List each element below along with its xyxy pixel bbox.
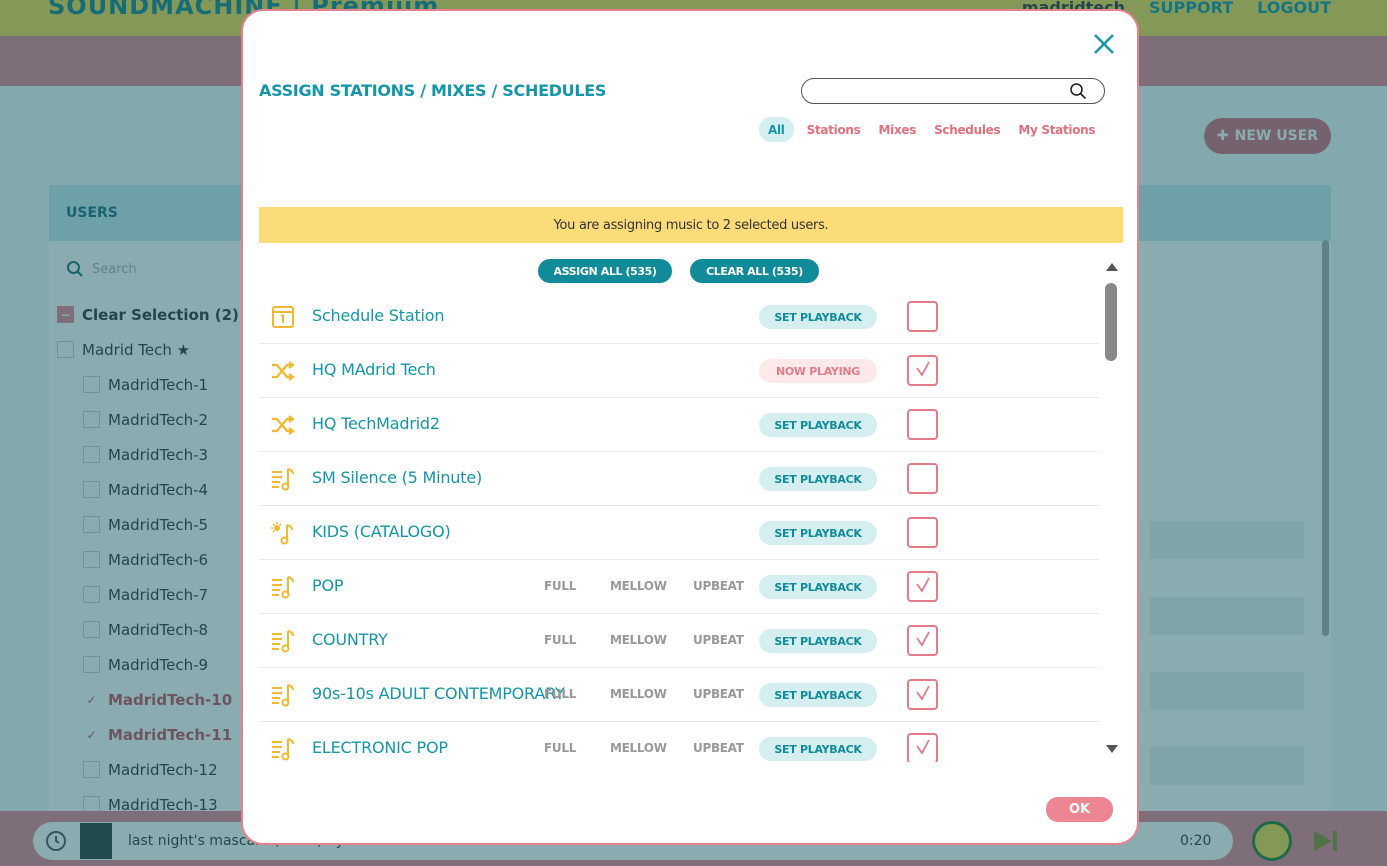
set-playback-button[interactable]: SET PLAYBACK — [759, 575, 877, 599]
scroll-down-arrow-icon[interactable] — [1106, 745, 1118, 753]
assign-checkbox[interactable] — [907, 679, 938, 710]
list-item: 90s-10s ADULT CONTEMPORARY FULL MELLOW UPBE… — [259, 668, 1099, 722]
list-item: KIDS (CATALOGO) SET PLAYBACK — [259, 506, 1099, 560]
mood-full-option[interactable]: FULL — [544, 579, 576, 593]
station-icon — [270, 574, 296, 600]
mood-full-option[interactable]: FULL — [544, 687, 576, 701]
shuffle-icon — [270, 412, 296, 438]
mood-full-option[interactable]: FULL — [544, 741, 576, 755]
station-list: Schedule Station SET PLAYBACK HQ MAdrid Te… — [259, 290, 1099, 762]
scroll-up-arrow-icon[interactable] — [1106, 263, 1118, 271]
list-item: Schedule Station SET PLAYBACK — [259, 290, 1099, 344]
checkmark-icon — [914, 738, 932, 760]
station-list-scrollbar[interactable] — [1104, 263, 1118, 763]
set-playback-button[interactable]: SET PLAYBACK — [759, 305, 877, 329]
set-playback-button[interactable]: SET PLAYBACK — [759, 413, 877, 437]
list-item: HQ TechMadrid2 SET PLAYBACK — [259, 398, 1099, 452]
modal-title: ASSIGN STATIONS / MIXES / SCHEDULES — [259, 81, 607, 100]
schedule-icon — [270, 304, 296, 330]
mood-upbeat-option[interactable]: UPBEAT — [693, 687, 744, 701]
assign-music-modal: ASSIGN STATIONS / MIXES / SCHEDULES All S… — [241, 9, 1139, 845]
list-item: POP FULL MELLOW UPBEAT SET PLAYBACK — [259, 560, 1099, 614]
station-name: ELECTRONIC POP — [312, 738, 448, 757]
checkmark-icon — [914, 684, 932, 706]
modal-search[interactable] — [801, 78, 1105, 104]
station-name: 90s-10s ADULT CONTEMPORARY — [312, 684, 565, 703]
assign-checkbox[interactable] — [907, 625, 938, 656]
assign-checkbox[interactable] — [907, 517, 938, 548]
station-name: POP — [312, 576, 344, 595]
now-playing-badge: NOW PLAYING — [759, 359, 877, 383]
station-name: Schedule Station — [312, 306, 445, 325]
search-icon[interactable] — [1069, 82, 1087, 100]
set-playback-button[interactable]: SET PLAYBACK — [759, 467, 877, 491]
clear-all-button[interactable]: CLEAR ALL (535) — [690, 259, 819, 283]
mood-upbeat-option[interactable]: UPBEAT — [693, 741, 744, 755]
list-item: ELECTRONIC POP FULL MELLOW UPBEAT SET PLAYBA… — [259, 722, 1099, 762]
assign-all-button[interactable]: ASSIGN ALL (535) — [538, 259, 672, 283]
assign-checkbox[interactable] — [907, 733, 938, 762]
checkmark-icon — [914, 630, 932, 652]
close-icon[interactable] — [1091, 31, 1117, 57]
selection-notice: You are assigning music to 2 selected us… — [259, 207, 1123, 243]
assign-checkbox[interactable] — [907, 571, 938, 602]
set-playback-button[interactable]: SET PLAYBACK — [759, 737, 877, 761]
checkmark-icon — [914, 360, 932, 382]
assign-checkbox[interactable] — [907, 463, 938, 494]
station-name: HQ MAdrid Tech — [312, 360, 436, 379]
station-icon — [270, 466, 296, 492]
set-playback-button[interactable]: SET PLAYBACK — [759, 629, 877, 653]
shuffle-icon — [270, 358, 296, 384]
station-name: KIDS (CATALOGO) — [312, 522, 451, 541]
mood-mellow-option[interactable]: MELLOW — [610, 687, 667, 701]
station-name: COUNTRY — [312, 630, 388, 649]
station-icon — [270, 682, 296, 708]
filter-tab-stations[interactable]: Stations — [800, 117, 868, 142]
list-item: HQ MAdrid Tech NOW PLAYING — [259, 344, 1099, 398]
scroll-thumb[interactable] — [1105, 283, 1117, 361]
modal-search-input[interactable] — [812, 82, 1062, 100]
filter-tab-schedules[interactable]: Schedules — [927, 117, 1007, 142]
mood-mellow-option[interactable]: MELLOW — [610, 633, 667, 647]
assign-checkbox[interactable] — [907, 301, 938, 332]
ok-button[interactable]: OK — [1046, 797, 1113, 822]
filter-tab-all[interactable]: All — [759, 117, 794, 142]
mood-mellow-option[interactable]: MELLOW — [610, 741, 667, 755]
mood-upbeat-option[interactable]: UPBEAT — [693, 633, 744, 647]
assign-checkbox[interactable] — [907, 355, 938, 386]
checkmark-icon — [914, 576, 932, 598]
station-name: SM Silence (5 Minute) — [312, 468, 483, 487]
mood-full-option[interactable]: FULL — [544, 633, 576, 647]
filter-tab-my-stations[interactable]: My Stations — [1011, 117, 1102, 142]
station-icon — [270, 736, 296, 762]
set-playback-button[interactable]: SET PLAYBACK — [759, 521, 877, 545]
station-icon — [270, 628, 296, 654]
list-item: COUNTRY FULL MELLOW UPBEAT SET PLAYBACK — [259, 614, 1099, 668]
filter-tabs: All Stations Mixes Schedules My Stations — [759, 117, 1106, 142]
assign-checkbox[interactable] — [907, 409, 938, 440]
set-playback-button[interactable]: SET PLAYBACK — [759, 683, 877, 707]
mood-mellow-option[interactable]: MELLOW — [610, 579, 667, 593]
list-item: SM Silence (5 Minute) SET PLAYBACK — [259, 452, 1099, 506]
kids-station-icon — [270, 520, 296, 546]
station-name: HQ TechMadrid2 — [312, 414, 440, 433]
mood-upbeat-option[interactable]: UPBEAT — [693, 579, 744, 593]
filter-tab-mixes[interactable]: Mixes — [871, 117, 923, 142]
